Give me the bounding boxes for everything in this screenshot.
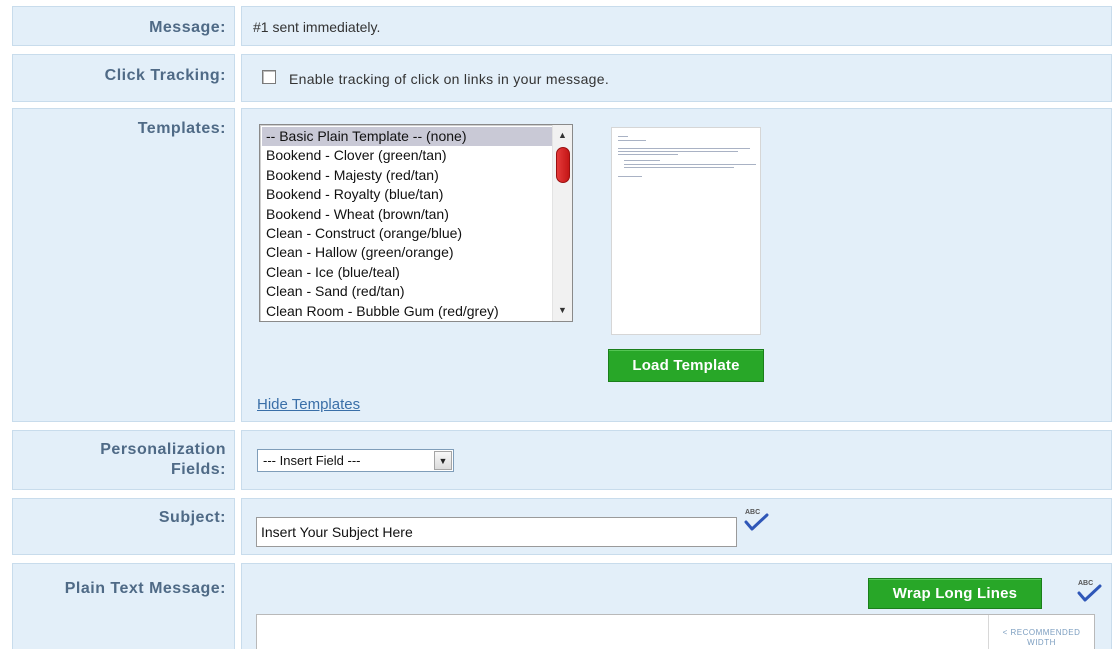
spellcheck-icon[interactable]: ABC: [1075, 580, 1103, 604]
plain-text-row: Plain Text Message: Wrap Long Lines ABC …: [12, 563, 1112, 649]
subject-input[interactable]: Insert Your Subject Here: [256, 517, 737, 547]
plain-text-textarea[interactable]: < RECOMMENDED WIDTH: [256, 614, 1095, 649]
recommended-width-marker: < RECOMMENDED WIDTH: [988, 615, 1094, 649]
template-option[interactable]: Clean - Hallow (green/orange): [262, 243, 552, 262]
chevron-up-icon[interactable]: ▲: [553, 127, 572, 144]
scrollbar-thumb[interactable]: [556, 147, 570, 183]
template-option[interactable]: Clean - Sand (red/tan): [262, 282, 552, 301]
template-option[interactable]: Clean - Ice (blue/teal): [262, 263, 552, 282]
load-template-button[interactable]: Load Template: [608, 349, 764, 382]
subject-cell: Insert Your Subject Here ABC: [241, 498, 1112, 555]
template-option[interactable]: Clean - Construct (orange/blue): [262, 224, 552, 243]
hide-templates-link[interactable]: Hide Templates: [257, 396, 360, 413]
wrap-long-lines-button[interactable]: Wrap Long Lines: [868, 578, 1042, 609]
templates-row: Templates: -- Basic Plain Template -- (n…: [12, 108, 1112, 422]
template-option[interactable]: Bookend - Clover (green/tan): [262, 146, 552, 165]
template-option[interactable]: Clean Room - Bubble Gum (red/grey): [262, 302, 552, 321]
click-tracking-checkbox-label[interactable]: Enable tracking of click on links in you…: [289, 71, 609, 87]
message-label: Message:: [12, 6, 235, 46]
insert-field-select[interactable]: --- Insert Field --- ▼: [257, 449, 454, 472]
templates-listbox[interactable]: -- Basic Plain Template -- (none) Bookend…: [259, 124, 573, 322]
personalization-cell: --- Insert Field --- ▼: [241, 430, 1112, 490]
click-tracking-label: Click Tracking:: [12, 54, 235, 102]
templates-label: Templates:: [12, 108, 235, 422]
templates-cell: -- Basic Plain Template -- (none) Bookend…: [241, 108, 1112, 422]
personalization-row: Personalization Fields: --- Insert Field…: [12, 430, 1112, 490]
template-option[interactable]: Bookend - Royalty (blue/tan): [262, 185, 552, 204]
spellcheck-icon[interactable]: ABC: [742, 509, 770, 533]
templates-list: -- Basic Plain Template -- (none) Bookend…: [262, 127, 552, 321]
plain-text-cell: Wrap Long Lines ABC < RECOMMENDED WIDTH: [241, 563, 1112, 649]
template-option[interactable]: -- Basic Plain Template -- (none): [262, 127, 552, 147]
message-row: Message: #1 sent immediately.: [12, 6, 1112, 46]
template-option[interactable]: Bookend - Wheat (brown/tan): [262, 205, 552, 224]
chevron-down-icon[interactable]: ▼: [553, 302, 572, 319]
plain-text-label: Plain Text Message:: [12, 563, 235, 649]
chevron-down-icon[interactable]: ▼: [434, 451, 452, 470]
subject-row: Subject: Insert Your Subject Here ABC: [12, 498, 1112, 555]
personalization-label-line2: Fields:: [170, 461, 226, 478]
click-tracking-checkbox[interactable]: [262, 70, 276, 84]
personalization-label-line1: Personalization: [100, 441, 226, 458]
template-option[interactable]: Bookend - Majesty (red/tan): [262, 166, 552, 185]
templates-scrollbar[interactable]: ▲ ▼: [552, 125, 572, 321]
subject-label: Subject:: [12, 498, 235, 555]
message-value: #1 sent immediately.: [241, 6, 1112, 46]
personalization-label: Personalization Fields:: [12, 430, 235, 490]
click-tracking-cell: Enable tracking of click on links in you…: [241, 54, 1112, 102]
template-preview-thumbnail: [611, 127, 761, 335]
click-tracking-row: Click Tracking: Enable tracking of click…: [12, 54, 1112, 102]
insert-field-select-value: --- Insert Field ---: [263, 453, 361, 468]
